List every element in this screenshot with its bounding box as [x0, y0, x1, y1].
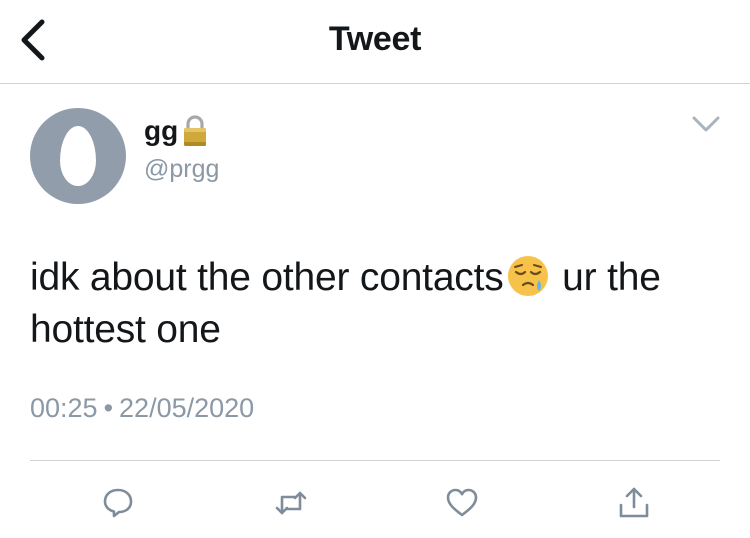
author-display-name[interactable]: gg — [144, 111, 178, 151]
share-icon — [619, 487, 649, 518]
top-bar: Tweet — [0, 0, 750, 84]
reply-button[interactable] — [98, 485, 138, 521]
tweet-timestamp: 00:25 • 22/05/2020 — [30, 390, 254, 426]
like-button[interactable] — [442, 485, 482, 521]
divider — [30, 460, 720, 461]
tweet-time: 00:25 — [30, 393, 98, 423]
reply-icon — [103, 488, 133, 518]
tweet-text: idk about the other contacts ur the hott… — [30, 252, 730, 356]
tweet-text-part-1: idk about the other contacts — [30, 256, 504, 299]
retweet-button[interactable] — [271, 485, 311, 521]
default-egg-icon — [60, 126, 96, 186]
retweet-icon — [275, 491, 307, 515]
share-button[interactable] — [614, 485, 654, 521]
author-name-row: gg — [144, 111, 208, 151]
author-handle[interactable]: @prgg — [144, 153, 219, 185]
more-options-button[interactable] — [686, 108, 726, 140]
lock-icon — [184, 115, 207, 146]
tweet-date: 22/05/2020 — [119, 393, 255, 423]
chevron-down-icon — [692, 116, 720, 132]
heart-icon — [446, 488, 478, 517]
sleepy-face-emoji-icon — [507, 256, 548, 296]
meta-separator: • — [103, 393, 114, 423]
page-title: Tweet — [328, 20, 422, 58]
avatar[interactable] — [30, 108, 126, 204]
